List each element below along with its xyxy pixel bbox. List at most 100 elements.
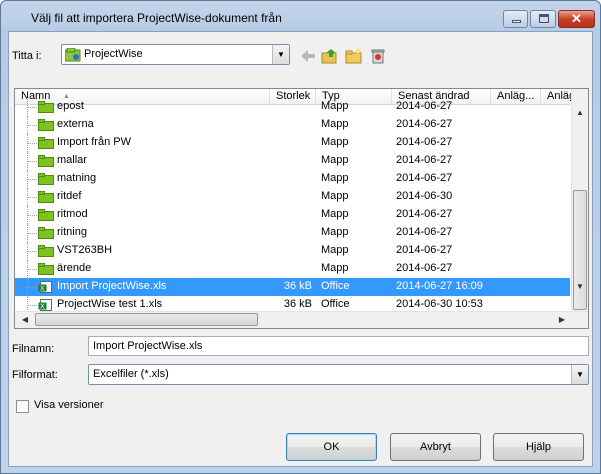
- row-modified: 2014-06-27: [396, 226, 453, 238]
- lookin-label: Titta i:: [12, 50, 42, 62]
- ok-button[interactable]: OK: [286, 433, 377, 461]
- lookin-combo[interactable]: ProjectWise ▼: [61, 44, 290, 65]
- close-button[interactable]: ✕: [558, 10, 595, 28]
- folder-icon: [38, 191, 54, 203]
- row-name: ärende: [57, 262, 92, 274]
- dialog-window: Välj fil att importera ProjectWise-dokum…: [0, 0, 601, 474]
- row-size: [270, 116, 312, 134]
- show-versions-label: Visa versioner: [34, 399, 104, 411]
- list-item[interactable]: matning Mapp 2014-06-27: [15, 170, 570, 188]
- row-size: [270, 224, 312, 242]
- row-size: [270, 98, 312, 116]
- scroll-down-icon[interactable]: ▼: [572, 279, 588, 295]
- row-modified: 2014-06-27: [396, 136, 453, 148]
- filename-input[interactable]: Import ProjectWise.xls: [88, 336, 589, 356]
- minimize-button[interactable]: [503, 10, 528, 28]
- minimize-icon: [512, 20, 521, 23]
- row-name: mallar: [57, 154, 87, 166]
- tree-branch: [27, 287, 37, 288]
- tree-branch: [27, 107, 37, 108]
- row-type: Mapp: [321, 118, 349, 130]
- row-size: [270, 170, 312, 188]
- row-size: [270, 152, 312, 170]
- row-modified: 2014-06-27 16:09: [396, 280, 483, 292]
- tree-branch: [27, 161, 37, 162]
- close-icon: ✕: [571, 11, 582, 26]
- list-item[interactable]: Import från PW Mapp 2014-06-27: [15, 134, 570, 152]
- filename-label: Filnamn:: [12, 343, 55, 355]
- row-name: Import ProjectWise.xls: [57, 280, 167, 292]
- list-item[interactable]: VST263BH Mapp 2014-06-27: [15, 242, 570, 260]
- horizontal-scrollbar[interactable]: ◀ ▶: [15, 311, 588, 328]
- title-bar[interactable]: Välj fil att importera ProjectWise-dokum…: [1, 1, 600, 31]
- tree-branch: [27, 125, 37, 126]
- folder-icon: [38, 137, 54, 149]
- row-name: Import från PW: [57, 136, 131, 148]
- folder-icon: [38, 209, 54, 221]
- folder-icon: [38, 227, 54, 239]
- lookin-dropdown-arrow-icon[interactable]: ▼: [272, 45, 289, 64]
- row-type: Office: [321, 280, 350, 292]
- row-type: Mapp: [321, 100, 349, 112]
- horizontal-scroll-thumb[interactable]: [35, 313, 258, 326]
- excel-file-icon: X: [38, 299, 52, 311]
- row-modified: 2014-06-27: [396, 118, 453, 130]
- maximize-button[interactable]: [530, 10, 556, 28]
- vertical-scrollbar[interactable]: ▲ ▼: [571, 89, 588, 311]
- scroll-right-icon[interactable]: ▶: [554, 312, 570, 328]
- row-size: [270, 260, 312, 278]
- tree-branch: [27, 233, 37, 234]
- list-item[interactable]: ritdef Mapp 2014-06-30: [15, 188, 570, 206]
- delete-icon[interactable]: [369, 47, 387, 65]
- row-modified: 2014-06-30: [396, 190, 453, 202]
- back-arrow-icon[interactable]: [299, 47, 317, 65]
- folder-icon: [38, 263, 54, 275]
- row-modified: 2014-06-27: [396, 208, 453, 220]
- row-type: Mapp: [321, 226, 349, 238]
- row-size: 36 kB: [283, 280, 312, 292]
- fileformat-label: Filformat:: [12, 369, 58, 381]
- row-size: [270, 242, 312, 260]
- file-list[interactable]: Namn ▲ Storlek Typ Senast ändrad Anläg..…: [14, 88, 589, 329]
- svg-text:X: X: [40, 304, 45, 311]
- row-modified: 2014-06-27: [396, 100, 453, 112]
- row-modified: 2014-06-27: [396, 244, 453, 256]
- row-type: Mapp: [321, 172, 349, 184]
- dialog-client-area: Titta i: ProjectWise ▼ Namn ▲ Storlek Ty…: [8, 31, 593, 467]
- row-type: Mapp: [321, 208, 349, 220]
- list-item[interactable]: ritning Mapp 2014-06-27: [15, 224, 570, 242]
- folder-icon: [38, 155, 54, 167]
- help-button[interactable]: Hjälp: [493, 433, 584, 461]
- list-item[interactable]: ärende Mapp 2014-06-27: [15, 260, 570, 278]
- up-folder-icon[interactable]: [321, 47, 339, 65]
- scroll-up-icon[interactable]: ▲: [572, 105, 588, 121]
- folder-icon: [38, 245, 54, 257]
- fileformat-combo[interactable]: Excelfiler (*.xls) ▼: [88, 364, 589, 385]
- list-item[interactable]: mallar Mapp 2014-06-27: [15, 152, 570, 170]
- new-folder-icon[interactable]: [345, 47, 363, 65]
- row-size: [270, 134, 312, 152]
- tree-branch: [27, 251, 37, 252]
- scroll-left-icon[interactable]: ◀: [17, 312, 33, 328]
- show-versions-checkbox[interactable]: [16, 400, 29, 413]
- row-type: Mapp: [321, 190, 349, 202]
- row-modified: 2014-06-27: [396, 172, 453, 184]
- tree-branch: [27, 197, 37, 198]
- tree-branch: [27, 215, 37, 216]
- row-name: ritmod: [57, 208, 88, 220]
- row-type: Mapp: [321, 262, 349, 274]
- row-type: Mapp: [321, 154, 349, 166]
- list-item[interactable]: ritmod Mapp 2014-06-27: [15, 206, 570, 224]
- row-size: [270, 188, 312, 206]
- list-item[interactable]: externa Mapp 2014-06-27: [15, 116, 570, 134]
- folder-icon: [38, 173, 54, 185]
- row-name: ritdef: [57, 190, 82, 202]
- lookin-value: ProjectWise: [84, 48, 143, 60]
- row-type: Mapp: [321, 136, 349, 148]
- cancel-button[interactable]: Avbryt: [390, 433, 481, 461]
- row-name: matning: [57, 172, 97, 184]
- list-item[interactable]: epost Mapp 2014-06-27: [15, 98, 570, 116]
- list-item[interactable]: X Import ProjectWise.xls 36 kB Office 2014-0…: [15, 278, 570, 296]
- fileformat-dropdown-arrow-icon[interactable]: ▼: [571, 365, 588, 384]
- tree-branch: [27, 179, 37, 180]
